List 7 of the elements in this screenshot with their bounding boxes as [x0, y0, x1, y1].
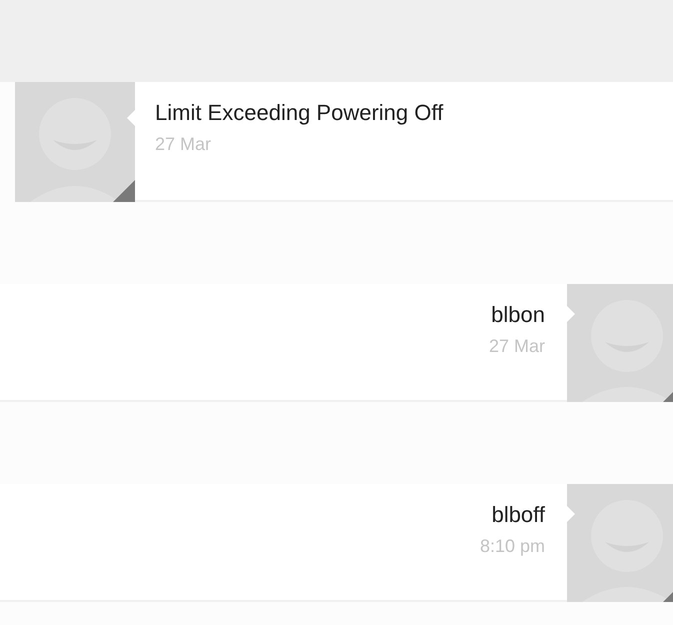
message-time: 27 Mar: [155, 133, 212, 155]
message-time: 8:10 pm: [480, 535, 545, 557]
message-time: 27 Mar: [488, 335, 545, 357]
message-text: blboff: [492, 501, 545, 529]
message-text: Limit Exceeding Powering Off: [155, 99, 444, 127]
message-text: blbon: [491, 301, 545, 329]
avatar-icon: [15, 82, 135, 202]
